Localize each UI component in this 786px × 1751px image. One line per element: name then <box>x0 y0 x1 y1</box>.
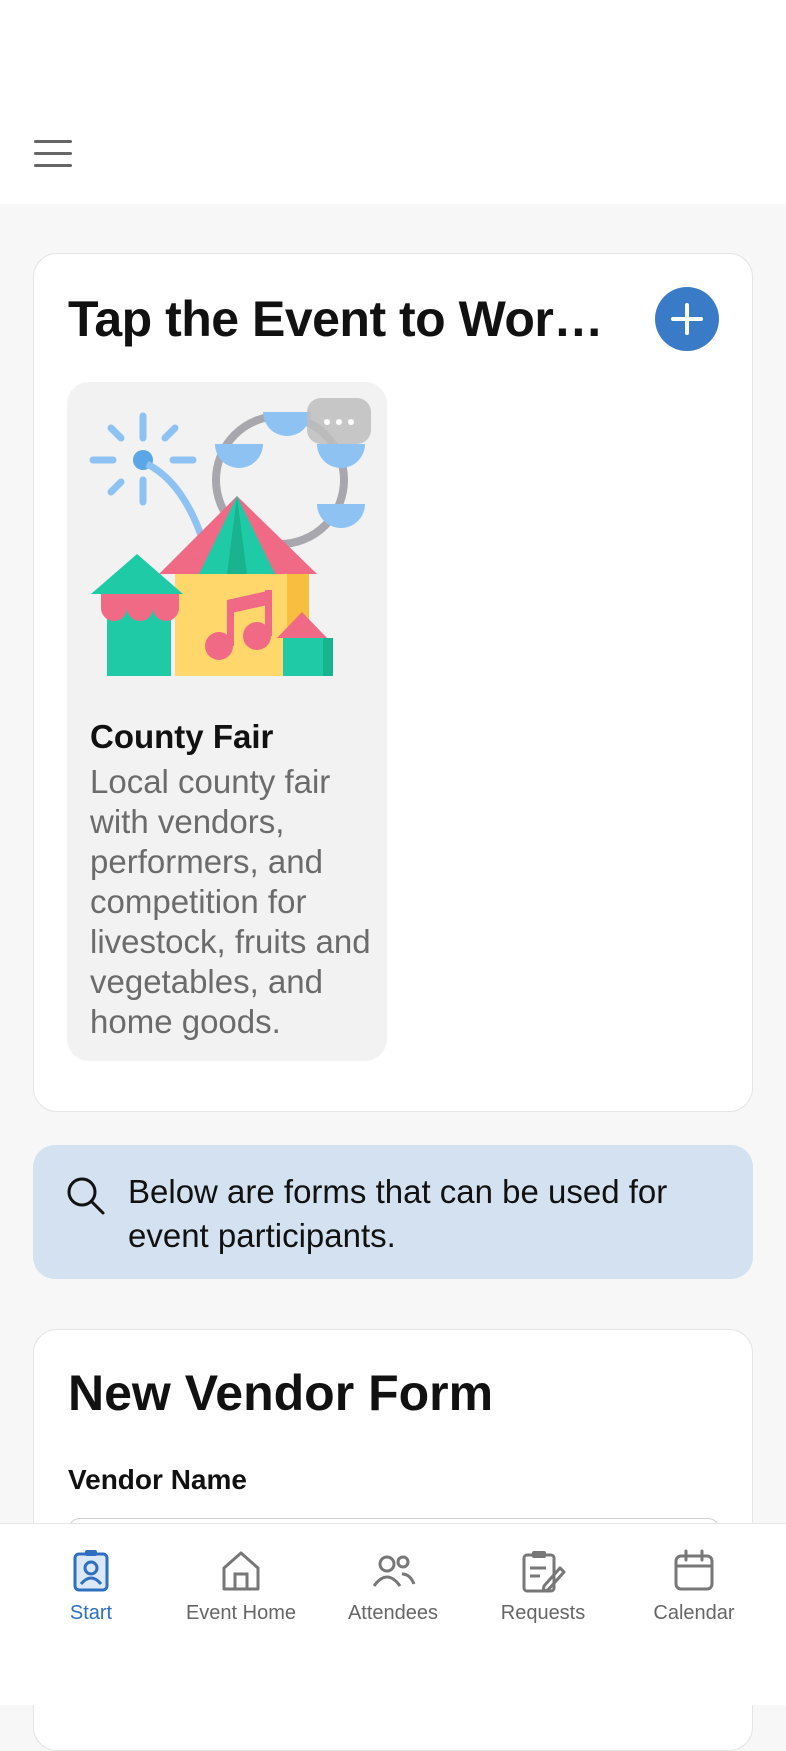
tab-calendar[interactable]: Calendar <box>619 1548 769 1625</box>
calendar-icon <box>674 1549 714 1591</box>
tab-label-start: Start <box>69 1602 113 1624</box>
add-event-button[interactable] <box>655 287 719 351</box>
ellipsis-icon <box>324 419 330 425</box>
events-title: Tap the Event to Work ... <box>68 291 628 347</box>
clipboard-edit-icon <box>522 1551 566 1593</box>
top-bar <box>0 0 786 204</box>
hamburger-menu-icon[interactable] <box>34 140 78 174</box>
event-more-button[interactable] <box>307 398 371 444</box>
tab-requests[interactable]: Requests <box>468 1548 618 1625</box>
plus-icon <box>671 303 703 335</box>
tab-label-requests: Requests <box>500 1602 586 1624</box>
tab-event-home[interactable]: Event Home <box>166 1548 316 1625</box>
county-fair-illustration <box>89 412 365 676</box>
tab-start[interactable]: Start <box>16 1548 166 1625</box>
info-banner-text: Below are forms that can be used for eve… <box>128 1173 668 1254</box>
ellipsis-dot <box>336 419 342 425</box>
ellipsis-dot <box>348 419 354 425</box>
events-card: Tap the Event to Work ... County Fair Lo… <box>33 253 753 1112</box>
event-description: Local county fair with vendors, performe… <box>90 763 371 1040</box>
info-banner: Below are forms that can be used for eve… <box>33 1145 753 1279</box>
tab-label-event-home: Event Home <box>185 1602 297 1624</box>
tab-label-calendar: Calendar <box>653 1602 735 1624</box>
people-icon <box>372 1555 416 1587</box>
event-name: County Fair <box>90 718 274 755</box>
vendor-name-label: Vendor Name <box>68 1464 247 1495</box>
search-icon <box>67 1177 105 1215</box>
tab-attendees[interactable]: Attendees <box>318 1548 468 1625</box>
event-tile-county-fair[interactable]: County Fair Local county fair with vendo… <box>67 382 387 1061</box>
badge-icon <box>73 1550 109 1592</box>
bottom-tab-bar: Start Event Home Attendees Requests Cale… <box>0 1523 786 1705</box>
form-title: New Vendor Form <box>68 1365 494 1421</box>
home-icon <box>222 1551 260 1591</box>
tab-label-attendees: Attendees <box>347 1602 439 1624</box>
